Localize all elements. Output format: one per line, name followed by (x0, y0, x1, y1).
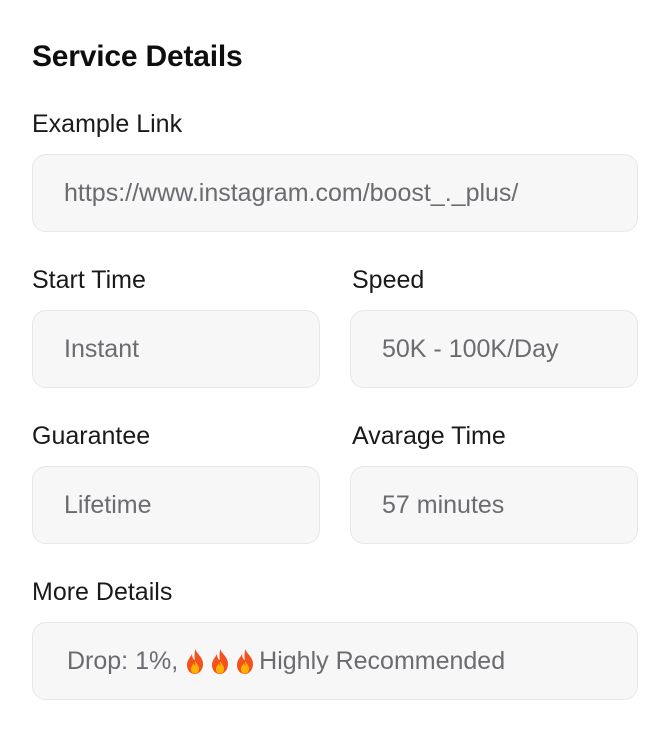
more-details-field[interactable]: Drop: 1%, Highly Recommended (32, 622, 638, 700)
speed-field[interactable]: 50K - 100K/Day (350, 310, 638, 388)
guarantee-field[interactable]: Lifetime (32, 466, 320, 544)
average-time-label: Avarage Time (352, 422, 506, 450)
more-details-suffix: Highly Recommended (259, 646, 506, 675)
example-link-label: Example Link (32, 110, 183, 138)
start-time-label: Start Time (32, 266, 146, 294)
more-details-prefix: Drop: 1%, (67, 646, 179, 675)
fire-icon (187, 648, 204, 674)
guarantee-label: Guarantee (32, 422, 151, 450)
start-time-field[interactable]: Instant (32, 310, 320, 388)
fire-icons (184, 648, 259, 675)
average-time-field[interactable]: 57 minutes (350, 466, 638, 544)
fire-icon (212, 648, 229, 674)
fire-icon (237, 648, 254, 674)
service-details-panel: Service Details Example Link https://www… (0, 0, 670, 734)
section-title: Service Details (32, 40, 243, 73)
example-link-field[interactable]: https://www.instagram.com/boost_._plus/ (32, 154, 638, 232)
speed-label: Speed (352, 266, 425, 294)
more-details-label: More Details (32, 578, 173, 606)
